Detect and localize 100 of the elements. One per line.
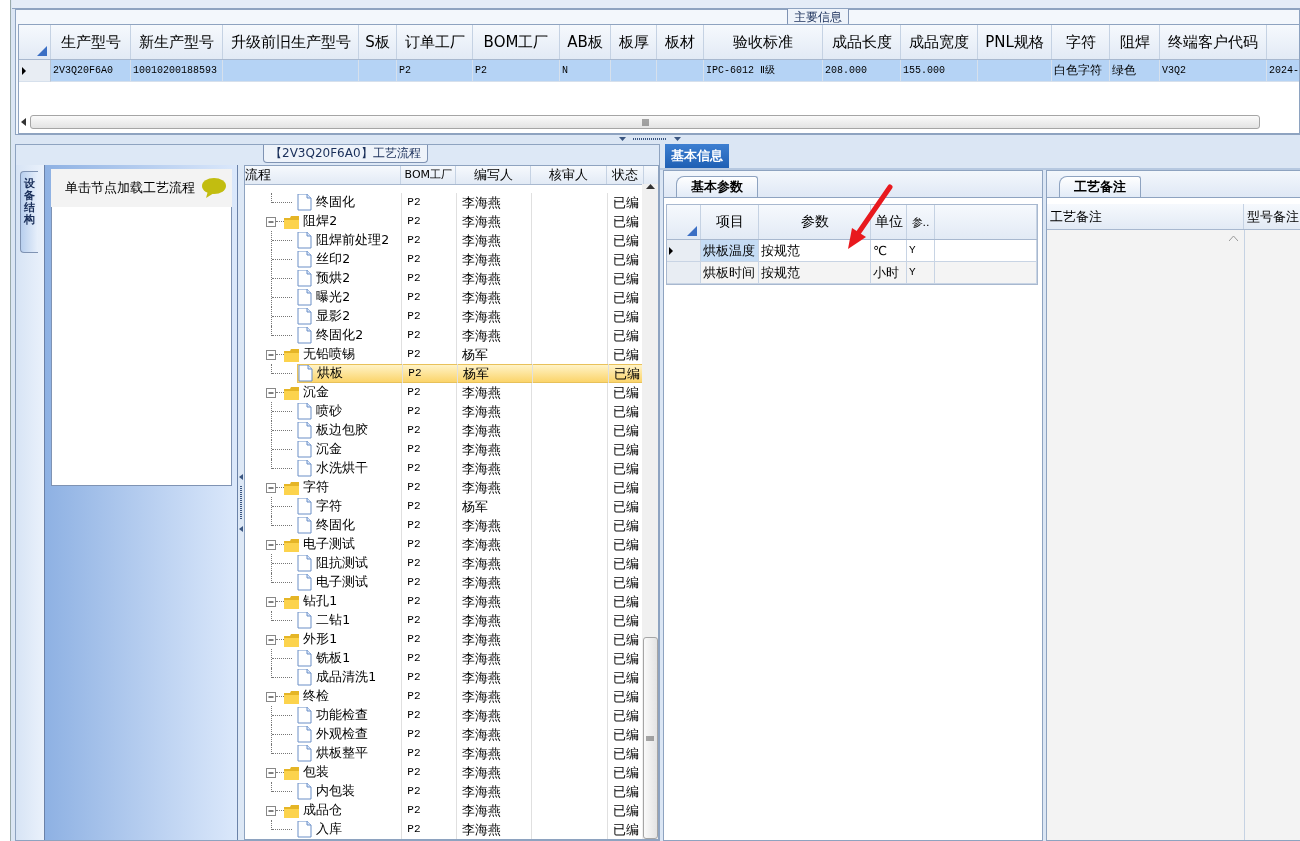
document-icon bbox=[298, 365, 314, 382]
table-cell: P2 bbox=[401, 402, 457, 421]
table-cell: P2 bbox=[401, 744, 457, 763]
document-icon bbox=[297, 707, 313, 724]
table-cell: 白色字符 bbox=[1052, 60, 1110, 82]
collapse-icon[interactable] bbox=[266, 596, 277, 607]
folder-icon bbox=[284, 632, 300, 647]
table-cell: P2 bbox=[401, 668, 457, 687]
column-header: 成品长度 bbox=[823, 25, 901, 59]
table-cell: P2 bbox=[401, 649, 457, 668]
document-icon bbox=[297, 726, 313, 743]
tab[interactable]: 基本信息 bbox=[665, 144, 729, 168]
table-cell: 李海燕 bbox=[456, 193, 532, 212]
table-cell: 李海燕 bbox=[456, 744, 532, 763]
node-label: 阻抗测试 bbox=[315, 555, 370, 572]
column-header: 成品宽度 bbox=[901, 25, 978, 59]
grip-icon bbox=[646, 735, 654, 741]
collapse-icon[interactable] bbox=[266, 805, 277, 816]
table-cell: 绿色 bbox=[1110, 60, 1160, 82]
node-label: 预烘2 bbox=[315, 270, 352, 287]
grip-icon bbox=[641, 118, 649, 126]
table-cell: P2 bbox=[473, 60, 560, 82]
table-cell: 李海燕 bbox=[456, 649, 532, 668]
table-cell: P2 bbox=[401, 687, 457, 706]
table-cell: 李海燕 bbox=[456, 763, 532, 782]
table-cell: 李海燕 bbox=[456, 630, 532, 649]
folder-icon bbox=[284, 537, 300, 552]
column-header: 阻焊 bbox=[1110, 25, 1160, 59]
document-icon bbox=[297, 745, 313, 762]
table-cell: N bbox=[560, 60, 611, 82]
table-cell: 2024- bbox=[1267, 60, 1299, 82]
table-row[interactable]: 2V3Q20F6A0 10010200188593 P2 P2 N IPC-6012 Ⅱ级 208.000 155.000 白色字符 绿色 V3Q2 2024- bbox=[19, 60, 1299, 82]
collapse-icon[interactable] bbox=[266, 539, 277, 550]
collapse-icon[interactable] bbox=[266, 767, 277, 778]
collapse-icon[interactable] bbox=[266, 691, 277, 702]
table-cell: P2 bbox=[401, 763, 457, 782]
node-label: 外形1 bbox=[302, 631, 339, 648]
scrollbar-thumb[interactable] bbox=[30, 115, 1260, 129]
table-cell: 李海燕 bbox=[456, 820, 532, 839]
side-tab[interactable]: 设备结构 bbox=[20, 171, 38, 253]
row-pointer-icon bbox=[669, 246, 673, 255]
folder-icon bbox=[284, 765, 300, 780]
table-cell: 李海燕 bbox=[456, 383, 532, 402]
node-label: 内包装 bbox=[315, 783, 357, 800]
document-icon bbox=[297, 289, 313, 306]
table-cell: P2 bbox=[401, 326, 457, 345]
scrollbar-thumb[interactable] bbox=[642, 637, 658, 839]
table-cell: 李海燕 bbox=[456, 459, 532, 478]
table-cell: P2 bbox=[401, 820, 457, 839]
table-cell: 208.000 bbox=[823, 60, 901, 82]
table-cell: P2 bbox=[401, 231, 457, 250]
folder-icon bbox=[284, 594, 300, 609]
document-icon bbox=[297, 251, 313, 268]
table-cell: 杨军 bbox=[457, 364, 533, 383]
node-label: 阻焊2 bbox=[302, 213, 339, 230]
column-header: BOM工厂 bbox=[401, 166, 457, 184]
collapse-icon[interactable] bbox=[266, 349, 277, 360]
table-cell: IPC-6012 Ⅱ级 bbox=[704, 60, 823, 82]
table-cell: 李海燕 bbox=[456, 478, 532, 497]
folder-icon bbox=[284, 689, 300, 704]
table-cell: 李海燕 bbox=[456, 402, 532, 421]
node-label: 电子测试 bbox=[302, 536, 357, 553]
collapse-icon[interactable] bbox=[266, 482, 277, 493]
document-icon bbox=[297, 574, 313, 591]
table-cell: Y bbox=[907, 262, 935, 284]
column-header: 编写人 bbox=[456, 166, 532, 184]
column-header: 单位 bbox=[871, 205, 907, 239]
document-icon bbox=[297, 650, 313, 667]
table-cell: P2 bbox=[402, 364, 458, 383]
node-label: 无铅喷锡 bbox=[302, 346, 357, 363]
table-cell: 李海燕 bbox=[456, 706, 532, 725]
tab[interactable]: 基本参数 bbox=[676, 176, 758, 197]
column-header: 升级前旧生产型号 bbox=[223, 25, 359, 59]
column-header: 生产型号 bbox=[51, 25, 131, 59]
table-cell: P2 bbox=[397, 60, 473, 82]
collapse-icon[interactable] bbox=[266, 387, 277, 398]
table-cell: P2 bbox=[401, 554, 457, 573]
table-cell: 李海燕 bbox=[456, 250, 532, 269]
table-cell: 李海燕 bbox=[456, 440, 532, 459]
table-cell: P2 bbox=[401, 288, 457, 307]
table-cell: 李海燕 bbox=[456, 592, 532, 611]
table-cell: 155.000 bbox=[901, 60, 978, 82]
tab[interactable]: 工艺备注 bbox=[1059, 176, 1141, 197]
splitter-handle-icon bbox=[239, 473, 244, 532]
node-label: 功能检查 bbox=[315, 707, 370, 724]
column-header: 板材 bbox=[657, 25, 704, 59]
column-header: 板厚 bbox=[611, 25, 657, 59]
folder-icon bbox=[284, 214, 300, 229]
table-row[interactable]: 烘板时间 按规范 小时 Y bbox=[667, 262, 1037, 284]
scroll-left-icon bbox=[21, 118, 26, 126]
column-header: 参.. bbox=[907, 205, 935, 239]
table-cell: 烘板温度 bbox=[701, 240, 759, 262]
table-cell: 按规范 bbox=[759, 262, 871, 284]
collapse-icon[interactable] bbox=[266, 634, 277, 645]
document-icon bbox=[297, 232, 313, 249]
node-label: 外观检查 bbox=[315, 726, 370, 743]
collapse-icon[interactable] bbox=[266, 216, 277, 227]
column-header: 终端客户代码 bbox=[1160, 25, 1267, 59]
node-label: 字符 bbox=[315, 498, 344, 515]
table-cell: 李海燕 bbox=[456, 326, 532, 345]
